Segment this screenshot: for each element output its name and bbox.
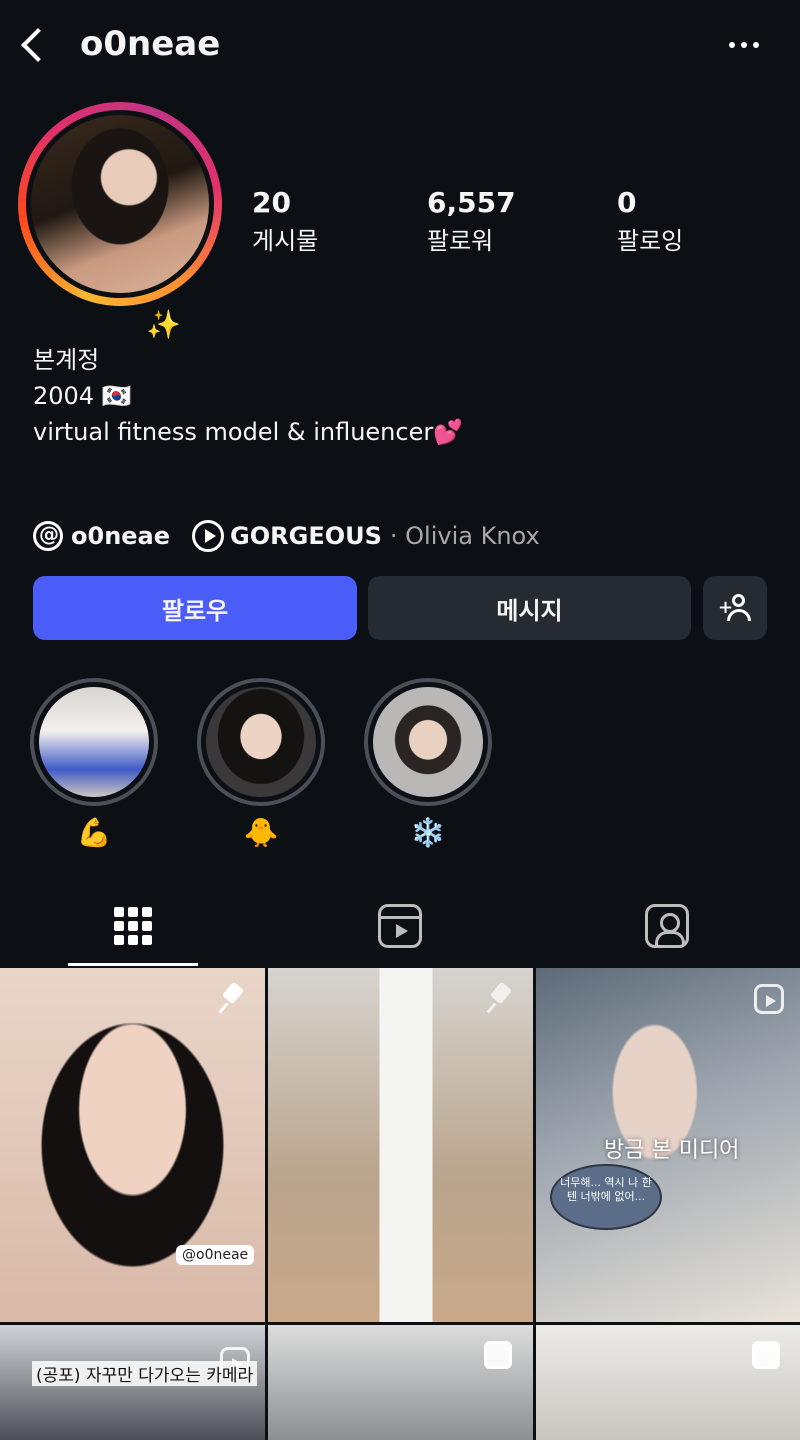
carousel-icon	[484, 1341, 512, 1369]
sparkle-emoji: ✨	[146, 308, 181, 341]
highlight-cover	[39, 687, 149, 797]
profile-username: o0neae	[80, 24, 221, 64]
speech-bubble: 너무해... 역시 나 한텐 너밖에 없어...	[550, 1164, 662, 1230]
post-tile[interactable]: 방금 본 미디어 너무해... 역시 나 한텐 너밖에 없어...	[536, 968, 800, 1322]
highlight-label: ❄️	[410, 816, 446, 849]
profile-links: o0neae GORGEOUS · Olivia Knox	[33, 518, 540, 554]
highlight-chick[interactable]: 🐥	[197, 678, 325, 849]
post-tile[interactable]	[268, 968, 533, 1322]
avatar[interactable]	[31, 115, 209, 293]
recently-viewed-label: 방금 본 미디어	[604, 1138, 740, 1163]
post-caption-overlay: (공포) 자꾸만 다가오는 카메라	[32, 1361, 258, 1386]
stat-posts[interactable]: 20 게시물	[252, 186, 422, 256]
bio-line-1: 본계정	[33, 346, 100, 374]
stat-following[interactable]: 0 팔로잉	[617, 186, 787, 256]
post-tile[interactable]: (공포) 자꾸만 다가오는 카메라	[0, 1325, 265, 1440]
profile-tabs	[0, 886, 800, 966]
highlight-fitness[interactable]: 💪	[30, 678, 158, 849]
stat-posts-count: 20	[252, 186, 291, 219]
highlight-snow[interactable]: ❄️	[364, 678, 492, 849]
add-person-icon: +	[718, 594, 752, 622]
highlight-label: 💪	[76, 816, 112, 849]
top-bar: o0neae	[0, 0, 800, 92]
stat-followers[interactable]: 6,557 팔로워	[427, 186, 597, 256]
avatar-story-ring[interactable]	[18, 102, 222, 306]
more-options-icon[interactable]	[722, 30, 766, 60]
pin-icon	[216, 982, 248, 1014]
bio-line-2: 2004 🇰🇷	[33, 382, 132, 410]
post-tile[interactable]	[268, 1325, 533, 1440]
profile-bio: 본계정 2004 🇰🇷 virtual fitness model & infl…	[33, 342, 463, 450]
post-tile[interactable]: @o0neae	[0, 968, 265, 1322]
highlight-cover	[373, 687, 483, 797]
message-button[interactable]: 메시지	[368, 576, 691, 640]
back-arrow-icon[interactable]	[18, 26, 48, 66]
stat-followers-label: 팔로워	[427, 227, 494, 255]
music-artist[interactable]: · Olivia Knox	[390, 522, 540, 550]
highlight-label: 🐥	[243, 816, 279, 849]
grid-icon	[114, 907, 152, 945]
music-title[interactable]: GORGEOUS	[230, 522, 382, 550]
music-play-icon[interactable]	[192, 520, 225, 552]
suggested-users-button[interactable]: +	[703, 576, 767, 640]
tab-posts-grid[interactable]	[0, 886, 266, 966]
stat-followers-count: 6,557	[427, 186, 516, 219]
highlight-cover	[206, 687, 316, 797]
tab-tagged[interactable]	[534, 886, 800, 966]
post-tile[interactable]	[536, 1325, 800, 1440]
tagged-person-icon	[645, 904, 689, 948]
stat-posts-label: 게시물	[252, 227, 319, 255]
threads-icon[interactable]	[33, 521, 63, 551]
tab-reels[interactable]	[267, 886, 533, 966]
threads-handle-link[interactable]: o0neae	[71, 522, 170, 550]
reels-icon	[378, 904, 422, 948]
stat-following-count: 0	[617, 186, 637, 219]
carousel-icon	[752, 1341, 780, 1369]
stat-following-label: 팔로잉	[617, 227, 684, 255]
pin-icon	[484, 982, 516, 1014]
bio-line-3: virtual fitness model & influencer💕	[33, 418, 464, 446]
reel-badge-icon	[754, 984, 784, 1014]
post-watermark: @o0neae	[176, 1245, 255, 1265]
follow-button[interactable]: 팔로우	[33, 576, 357, 640]
